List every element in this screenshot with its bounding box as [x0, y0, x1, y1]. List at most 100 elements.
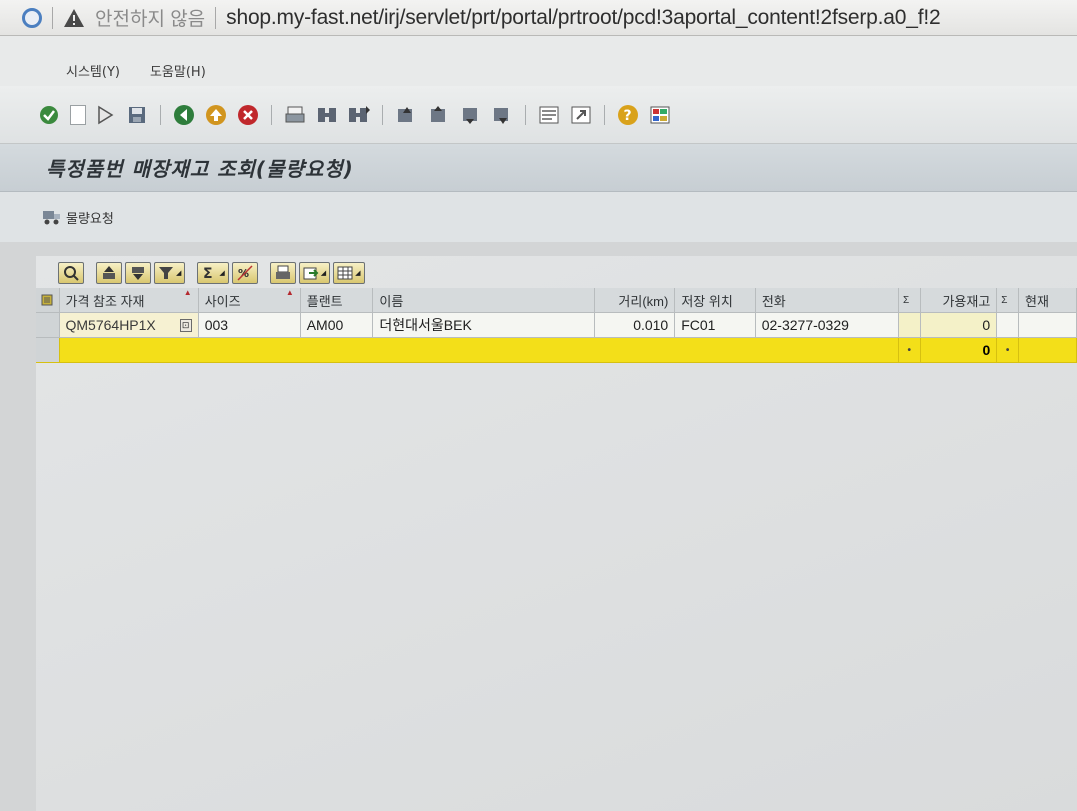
total-row-end: [1018, 338, 1077, 363]
new-session-icon[interactable]: [536, 102, 562, 128]
toolbar-separator: [271, 104, 272, 125]
filter-icon: [159, 267, 173, 279]
dropdown-arrow-icon: ◢: [176, 269, 182, 277]
col-header-storage[interactable]: 저장 위치: [675, 288, 756, 313]
grid-header-row: 가격 참조 자재 ▲ 사이즈 ▲ 플랜트 이름 거리(km) 저장 위치 전화 …: [36, 288, 1077, 313]
value-help-icon[interactable]: ⊡: [179, 318, 192, 332]
col-header-sigma-2: Σ: [997, 288, 1019, 313]
layout-icon[interactable]: [647, 102, 673, 128]
execute-icon[interactable]: [92, 102, 118, 128]
sort-ascending-button[interactable]: [96, 262, 122, 284]
sum-icon: Σ: [203, 266, 213, 281]
dropdown-arrow-icon: ◢: [355, 269, 361, 277]
total-button[interactable]: Σ ◢: [197, 262, 229, 284]
menu-help[interactable]: 도움말(H): [150, 61, 206, 80]
total-row-selector: [36, 338, 60, 363]
page-title: 특정품번 매장재고 조회(물량요청): [46, 157, 354, 181]
table-row[interactable]: QM5764HP1X ⊡ 003 AM00 더현대서울BEK 0.010 FC0…: [36, 313, 1077, 338]
export-icon: [303, 267, 319, 280]
security-warning-text[interactable]: 안전하지 않음: [95, 4, 205, 31]
next-page-icon[interactable]: [457, 102, 483, 128]
toolbar-separator: [525, 104, 526, 125]
cell-distance[interactable]: 0.010: [594, 313, 676, 338]
title-bar: 특정품번 매장재고 조회(물량요청): [0, 144, 1077, 192]
request-button-label: 물량요청: [66, 211, 114, 227]
cell-material[interactable]: QM5764HP1X ⊡: [59, 313, 199, 338]
subtotal-button[interactable]: %: [231, 262, 258, 284]
command-field-toggle[interactable]: [70, 104, 86, 125]
cell-total-available: 0: [920, 338, 998, 363]
cell-sigma-spacer: [898, 313, 921, 338]
first-page-icon[interactable]: [393, 102, 419, 128]
col-header-plant[interactable]: 플랜트: [300, 288, 374, 313]
alv-container: ◢ Σ ◢ % ◢ ◢: [36, 256, 1077, 811]
dropdown-arrow-icon: ◢: [320, 269, 327, 277]
select-all-icon[interactable]: [36, 288, 60, 313]
address-separator: [52, 6, 53, 29]
row-selector[interactable]: [36, 313, 60, 338]
find-icon[interactable]: [314, 102, 340, 128]
print-preview-button[interactable]: [269, 262, 296, 284]
svg-text:Σ: Σ: [203, 266, 213, 281]
col-header-name[interactable]: 이름: [373, 288, 595, 313]
cell-name[interactable]: 더현대서울BEK: [373, 313, 595, 338]
total-row-spacer: [59, 338, 899, 363]
print-icon[interactable]: [282, 102, 308, 128]
cell-size[interactable]: 003: [198, 313, 301, 338]
toolbar-separator: [160, 104, 161, 125]
stock-grid: 가격 참조 자재 ▲ 사이즈 ▲ 플랜트 이름 거리(km) 저장 위치 전화 …: [36, 288, 1077, 363]
col-header-available[interactable]: 가용재고: [920, 288, 998, 313]
url-text[interactable]: shop.my-fast.net/irj/servlet/prt/portal/…: [226, 6, 941, 30]
content-area: ◢ Σ ◢ % ◢ ◢: [0, 242, 1077, 811]
sort-indicator-icon: ▲: [285, 288, 294, 297]
col-header-size[interactable]: 사이즈 ▲: [198, 288, 301, 313]
cell-current[interactable]: [1019, 313, 1077, 338]
toolbar-separator: [382, 104, 383, 125]
export-button[interactable]: ◢: [298, 262, 331, 284]
dropdown-arrow-icon: ◢: [219, 269, 225, 277]
save-icon[interactable]: [124, 102, 150, 128]
browser-address-bar: 안전하지 않음 shop.my-fast.net/irj/servlet/prt…: [0, 0, 1077, 36]
col-header-material[interactable]: 가격 참조 자재 ▲: [59, 288, 199, 313]
last-page-icon[interactable]: [489, 102, 515, 128]
cell-sigma-spacer-2: [997, 313, 1019, 338]
col-header-current[interactable]: 현재: [1019, 288, 1077, 313]
sort-descending-icon: [132, 267, 144, 280]
sort-ascending-icon: [103, 266, 115, 279]
svg-text:?: ?: [624, 108, 632, 124]
cell-storage[interactable]: FC01: [675, 313, 756, 338]
total-row: • 0 •: [36, 338, 1077, 363]
application-toolbar: 물량요청: [0, 192, 1077, 242]
toolbar-separator: [604, 104, 605, 125]
print-icon: [275, 265, 290, 279]
cell-plant[interactable]: AM00: [300, 313, 374, 338]
sort-indicator-icon: ▲: [183, 288, 192, 297]
cell-available[interactable]: 0: [920, 313, 998, 338]
help-icon[interactable]: ?: [615, 102, 641, 128]
menu-bar: 시스템(Y) 도움말(H): [0, 36, 1077, 86]
shortcut-icon[interactable]: [568, 102, 594, 128]
col-header-sigma: Σ: [898, 288, 921, 313]
prev-page-icon[interactable]: [425, 102, 451, 128]
sort-descending-button[interactable]: [125, 262, 151, 284]
back-icon[interactable]: [171, 102, 197, 128]
find-next-icon[interactable]: [346, 102, 372, 128]
exit-icon[interactable]: [203, 102, 229, 128]
details-button[interactable]: [58, 262, 84, 284]
address-separator-2: [215, 6, 217, 29]
filter-button[interactable]: ◢: [154, 262, 186, 284]
alv-toolbar: ◢ Σ ◢ % ◢ ◢: [58, 260, 365, 286]
cancel-icon[interactable]: [235, 102, 261, 128]
menu-system[interactable]: 시스템(Y): [66, 61, 120, 80]
cell-phone[interactable]: 02-3277-0329: [755, 313, 899, 338]
col-header-distance[interactable]: 거리(km): [594, 288, 676, 313]
check-icon[interactable]: [36, 102, 62, 128]
total-dot: •: [899, 338, 921, 363]
col-header-phone[interactable]: 전화: [755, 288, 899, 313]
system-toolbar: ?: [0, 86, 1077, 144]
layout-button[interactable]: ◢: [333, 262, 365, 284]
browser-logo-icon: [22, 7, 42, 28]
request-button[interactable]: 물량요청: [42, 208, 114, 227]
total-dot-2: •: [997, 338, 1019, 363]
warning-icon[interactable]: [63, 8, 85, 28]
